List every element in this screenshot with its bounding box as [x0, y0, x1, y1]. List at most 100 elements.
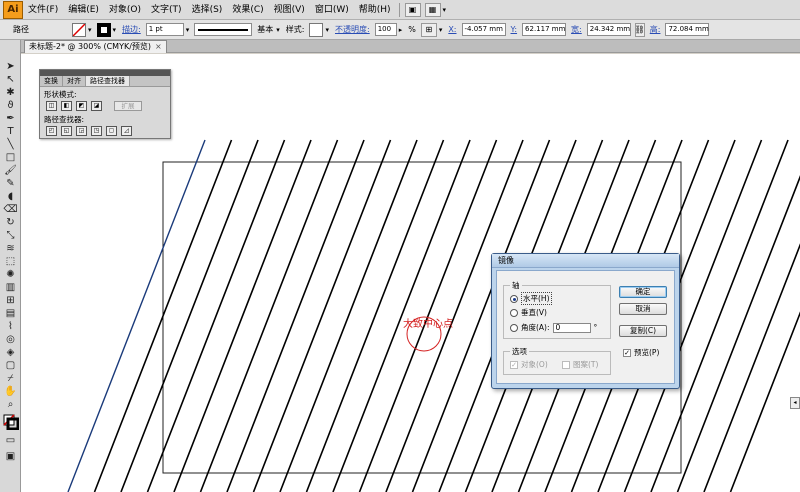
artboard-tool-icon[interactable]: ▢ — [3, 359, 18, 372]
close-icon[interactable]: × — [155, 41, 162, 53]
eyedropper-tool-icon[interactable]: ⌇ — [3, 320, 18, 333]
cancel-button[interactable]: 取消 — [619, 303, 667, 315]
selection-tool-icon[interactable]: ➤ — [3, 60, 18, 73]
gradient-tool-icon[interactable]: ▤ — [3, 307, 18, 320]
style-swatch[interactable] — [309, 22, 324, 37]
objects-option[interactable]: ✓ 对象(O) — [510, 359, 548, 370]
exclude-icon[interactable]: ◪ — [91, 101, 102, 111]
tab-pathfinder[interactable]: 路径查找器 — [86, 76, 130, 86]
intersect-icon[interactable]: ◩ — [76, 101, 87, 111]
vertical-radio[interactable] — [510, 308, 518, 317]
profile-dropdown-icon[interactable]: ▾ — [276, 26, 280, 34]
direct-selection-tool-icon[interactable]: ↖ — [3, 73, 18, 86]
divide-icon[interactable]: ◰ — [46, 126, 57, 136]
scale-tool-icon[interactable]: ⤡ — [3, 229, 18, 242]
column-graph-tool-icon[interactable]: ▥ — [3, 281, 18, 294]
preview-option[interactable]: ✓ 预览(P) — [623, 347, 659, 358]
ok-button[interactable]: 确定 — [619, 286, 667, 298]
dialog-title[interactable]: 镜像 — [492, 254, 679, 268]
opacity-dropdown-icon[interactable]: ▸ — [399, 26, 403, 34]
screen-mode-icon[interactable]: ▣ — [3, 450, 18, 463]
chevron-down-icon[interactable]: ▾ — [443, 6, 447, 14]
crop-icon[interactable]: ◳ — [91, 126, 102, 136]
y-field[interactable]: 62.117 mm — [522, 23, 567, 36]
fill-swatch[interactable] — [72, 22, 86, 37]
angle-input[interactable]: 0 — [552, 322, 591, 333]
minus-front-icon[interactable]: ◧ — [61, 101, 72, 111]
w-field[interactable]: 24.342 mm — [586, 23, 631, 36]
menu-object[interactable]: 对象(O) — [104, 0, 146, 20]
angle-option[interactable]: 角度(A): 0 ° — [510, 322, 597, 333]
menu-select[interactable]: 选择(S) — [187, 0, 228, 20]
bridge-icon[interactable]: ▣ — [404, 2, 421, 17]
vertical-option[interactable]: 垂直(V) — [510, 307, 547, 318]
tab-transform[interactable]: 变换 — [40, 76, 63, 86]
opacity-link[interactable]: 不透明度: — [332, 24, 373, 35]
link-proportions-icon[interactable]: ⛓ — [635, 22, 645, 37]
stroke-link[interactable]: 描边: — [119, 24, 144, 35]
color-mode-icon[interactable]: ▭ — [3, 434, 18, 447]
menu-file[interactable]: 文件(F) — [23, 0, 63, 20]
stroke-weight-field[interactable]: 1 pt — [145, 23, 184, 36]
patterns-checkbox[interactable] — [562, 360, 570, 369]
stripe-line[interactable] — [676, 140, 800, 492]
type-tool-icon[interactable]: T — [3, 125, 18, 138]
horizontal-radio[interactable] — [510, 294, 518, 303]
preview-checkbox[interactable]: ✓ — [623, 348, 631, 357]
expand-button[interactable]: 扩展 — [114, 101, 142, 111]
fill-dropdown-icon[interactable]: ▾ — [88, 26, 92, 34]
free-transform-tool-icon[interactable]: ⬚ — [3, 255, 18, 268]
outline-icon[interactable]: ▢ — [106, 126, 117, 136]
w-label[interactable]: 宽: — [568, 24, 585, 35]
arrange-icon[interactable]: ▦ — [424, 2, 441, 17]
pencil-tool-icon[interactable]: ✎ — [3, 177, 18, 190]
stroke-weight-dropdown-icon[interactable]: ▾ — [186, 26, 190, 34]
stroke-swatch[interactable] — [96, 22, 111, 37]
angle-radio[interactable] — [510, 323, 518, 332]
zoom-tool-icon[interactable]: ⌕ — [3, 398, 18, 411]
menu-effect[interactable]: 效果(C) — [227, 0, 268, 20]
tab-align[interactable]: 对齐 — [63, 76, 86, 86]
pen-tool-icon[interactable]: ✒ — [3, 112, 18, 125]
h-field[interactable]: 72.084 mm — [665, 23, 710, 36]
lasso-tool-icon[interactable]: ϑ — [3, 99, 18, 112]
magic-wand-tool-icon[interactable]: ✱ — [3, 86, 18, 99]
h-label[interactable]: 高: — [647, 24, 664, 35]
line-tool-icon[interactable]: ╲ — [3, 138, 18, 151]
minus-back-icon[interactable]: ◿ — [121, 126, 132, 136]
patterns-option[interactable]: 图案(T) — [562, 359, 598, 370]
unite-icon[interactable]: ◫ — [46, 101, 57, 111]
x-label[interactable]: X: — [445, 25, 459, 34]
menu-type[interactable]: 文字(T) — [146, 0, 187, 20]
objects-checkbox[interactable]: ✓ — [510, 360, 518, 369]
merge-icon[interactable]: ◲ — [76, 126, 87, 136]
document-tab[interactable]: 未标题-2* @ 300% (CMYK/预览) × — [24, 40, 167, 53]
reference-point-dropdown-icon[interactable]: ▾ — [439, 26, 443, 34]
menu-window[interactable]: 窗口(W) — [310, 0, 354, 20]
paintbrush-tool-icon[interactable]: 🖌 — [3, 164, 18, 177]
live-paint-tool-icon[interactable]: ◈ — [3, 346, 18, 359]
reference-point-icon[interactable]: ⊞ — [420, 22, 437, 37]
stroke-dropdown-icon[interactable]: ▾ — [113, 26, 117, 34]
hand-tool-icon[interactable]: ✋ — [3, 385, 18, 398]
rotate-tool-icon[interactable]: ↻ — [3, 216, 18, 229]
menu-help[interactable]: 帮助(H) — [354, 0, 396, 20]
stroke-profile-select[interactable] — [194, 23, 253, 36]
mesh-tool-icon[interactable]: ⊞ — [3, 294, 18, 307]
symbol-sprayer-tool-icon[interactable]: ✺ — [3, 268, 18, 281]
blend-tool-icon[interactable]: ◎ — [3, 333, 18, 346]
fill-stroke-icon[interactable] — [3, 414, 20, 431]
warp-tool-icon[interactable]: ≋ — [3, 242, 18, 255]
menu-view[interactable]: 视图(V) — [269, 0, 310, 20]
copy-button[interactable]: 复制(C) — [619, 325, 667, 337]
horizontal-option[interactable]: 水平(H) — [510, 292, 552, 305]
menu-edit[interactable]: 编辑(E) — [63, 0, 104, 20]
eraser-tool-icon[interactable]: ⌫ — [3, 203, 18, 216]
opacity-field[interactable]: 100 — [374, 23, 397, 36]
style-dropdown-icon[interactable]: ▾ — [325, 26, 329, 34]
panel-collapse-icon[interactable]: ◂ — [790, 397, 800, 409]
blob-brush-tool-icon[interactable]: ◖ — [3, 190, 18, 203]
x-field[interactable]: -4.057 mm — [461, 23, 506, 36]
stripe-line[interactable] — [703, 140, 800, 492]
trim-icon[interactable]: ◱ — [61, 126, 72, 136]
